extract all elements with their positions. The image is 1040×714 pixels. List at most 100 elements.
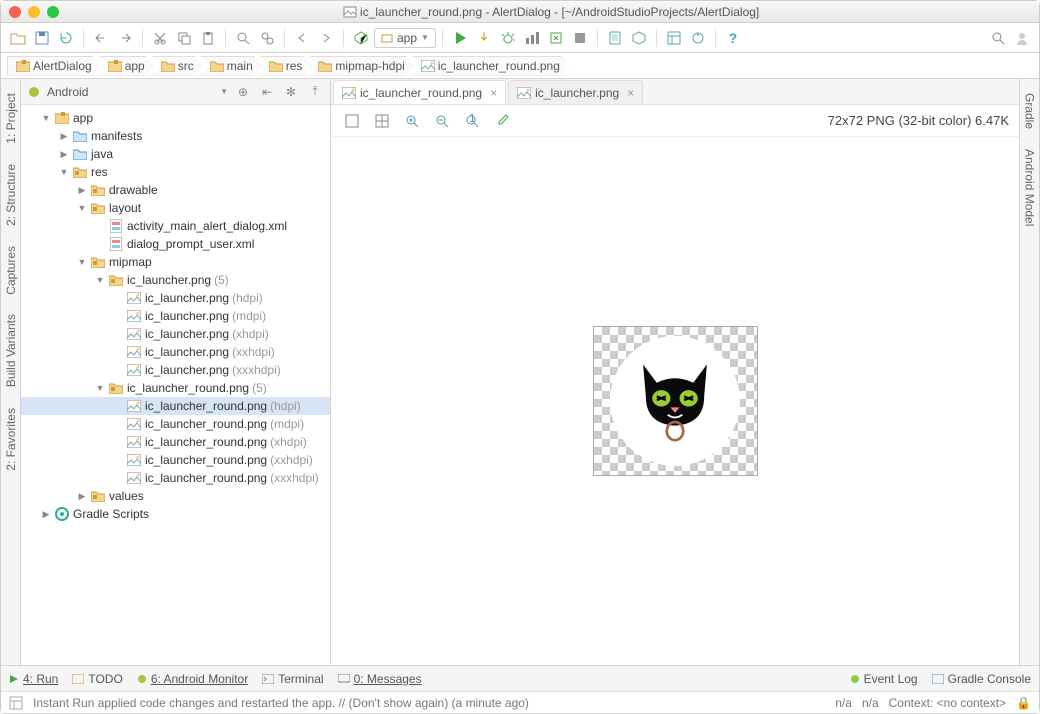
hide-icon[interactable]: ⤒ [306,83,324,101]
save-icon[interactable] [31,27,53,49]
tree-row[interactable]: ▶java [21,145,330,163]
zoom-window[interactable] [47,6,59,18]
layout-editor-icon[interactable] [663,27,685,49]
run-tab[interactable]: 4: Run [9,672,58,686]
debug-icon[interactable] [497,27,519,49]
status-icon[interactable] [9,696,23,710]
tree-row[interactable]: ▼app [21,109,330,127]
breadcrumb-item[interactable]: main [201,56,262,76]
collapse-icon[interactable]: ⇤ [258,83,276,101]
tree-row[interactable]: ic_launcher_round.png(mdpi) [21,415,330,433]
messages-tab[interactable]: 0: Messages [338,672,422,686]
theme-icon[interactable] [687,27,709,49]
tree-row[interactable]: activity_main_alert_dialog.xml [21,217,330,235]
tree-row[interactable]: ▼ic_launcher.png(5) [21,271,330,289]
breadcrumb-item[interactable]: src [152,56,203,76]
search-icon[interactable] [987,27,1009,49]
tree-row[interactable]: ic_launcher_round.png(xxhdpi) [21,451,330,469]
zoom-out-icon[interactable] [431,110,453,132]
coverage-icon[interactable] [521,27,543,49]
breadcrumb-item[interactable]: mipmap-hdpi [309,56,413,76]
color-picker-icon[interactable] [491,110,513,132]
find-icon[interactable] [232,27,254,49]
avd-icon[interactable] [604,27,626,49]
apply-changes-icon[interactable] [473,27,495,49]
tree-row[interactable]: ▼res [21,163,330,181]
breadcrumb-item[interactable]: ic_launcher_round.png [412,56,569,76]
tree-row[interactable]: dialog_prompt_user.xml [21,235,330,253]
view-mode-label[interactable]: Android [47,85,214,99]
close-tab-icon[interactable]: × [627,86,634,100]
target-icon[interactable]: ⊕ [234,83,252,101]
tree-row[interactable]: ic_launcher.png(xhdpi) [21,325,330,343]
navigation-breadcrumb: AlertDialogappsrcmainresmipmap-hdpiic_la… [1,53,1039,79]
tree-row[interactable]: ▶values [21,487,330,505]
gradle-console-tab[interactable]: Gradle Console [932,672,1031,686]
tree-row[interactable]: ic_launcher_round.png(xxxhdpi) [21,469,330,487]
back-icon[interactable] [291,27,313,49]
editor-tab[interactable]: ic_launcher.png× [508,80,643,104]
status-field-1: n/a [835,696,852,710]
image-info: 72x72 PNG (32-bit color) 6.47K [828,113,1009,128]
android-monitor-tab[interactable]: 6: Android Monitor [137,672,248,686]
project-panel-header: Android ▼ ⊕ ⇤ ✻ ⤒ [21,79,330,105]
left-tab[interactable]: 2: Structure [2,158,20,232]
close-window[interactable] [9,6,21,18]
event-log-tab[interactable]: Event Log [850,672,918,686]
tree-row[interactable]: ic_launcher.png(xxxhdpi) [21,361,330,379]
grid-icon[interactable] [341,110,363,132]
replace-icon[interactable] [256,27,278,49]
gear-icon[interactable]: ✻ [282,83,300,101]
left-tab[interactable]: 1: Project [2,87,20,150]
left-tab[interactable]: 2: Favorites [2,402,20,477]
forward-icon[interactable] [315,27,337,49]
close-tab-icon[interactable]: × [490,86,497,100]
terminal-tab[interactable]: Terminal [262,672,323,686]
lock-icon[interactable]: 🔒 [1016,696,1031,710]
right-tab[interactable]: Gradle [1021,87,1039,135]
breadcrumb-item[interactable]: app [99,56,154,76]
sdk-icon[interactable] [628,27,650,49]
minimize-window[interactable] [28,6,40,18]
todo-tab[interactable]: TODO [72,672,122,686]
paste-icon[interactable] [197,27,219,49]
tree-row[interactable]: ▶Gradle Scripts [21,505,330,523]
tree-row[interactable]: ▼ic_launcher_round.png(5) [21,379,330,397]
tree-row[interactable]: ▶drawable [21,181,330,199]
right-tab[interactable]: Android Model [1021,143,1039,232]
editor-tab[interactable]: ic_launcher_round.png× [333,80,506,104]
chevron-down-icon[interactable]: ▼ [220,87,228,96]
help-icon[interactable]: ? [722,27,744,49]
run-icon[interactable] [449,27,471,49]
stop-icon[interactable] [569,27,591,49]
run-target-selector[interactable]: app ▼ [374,28,436,48]
profile-icon[interactable] [545,27,567,49]
tree-row[interactable]: ▼layout [21,199,330,217]
tree-row[interactable]: ▶manifests [21,127,330,145]
tree-row[interactable]: ic_launcher.png(hdpi) [21,289,330,307]
breadcrumb-item[interactable]: res [260,56,312,76]
breadcrumb-item[interactable]: AlertDialog [7,56,101,76]
left-tab[interactable]: Build Variants [2,308,20,393]
image-canvas[interactable] [331,137,1019,665]
tree-row[interactable]: ic_launcher_round.png(xhdpi) [21,433,330,451]
tree-row[interactable]: ic_launcher.png(xxhdpi) [21,343,330,361]
status-context[interactable]: Context: <no context> [889,696,1006,710]
open-icon[interactable] [7,27,29,49]
sync-icon[interactable] [55,27,77,49]
make-icon[interactable] [350,27,372,49]
zoom-actual-icon[interactable]: 1 [461,110,483,132]
left-tab[interactable]: Captures [2,240,20,301]
copy-icon[interactable] [173,27,195,49]
tree-row[interactable]: ic_launcher.png(mdpi) [21,307,330,325]
cut-icon[interactable] [149,27,171,49]
redo-icon[interactable] [114,27,136,49]
status-field-2: n/a [862,696,879,710]
project-tree[interactable]: ▼app▶manifests▶java▼res▶drawable▼layouta… [21,105,330,665]
tree-row[interactable]: ▼mipmap [21,253,330,271]
undo-icon[interactable] [90,27,112,49]
grid2-icon[interactable] [371,110,393,132]
user-icon[interactable] [1011,27,1033,49]
zoom-in-icon[interactable] [401,110,423,132]
tree-row[interactable]: ic_launcher_round.png(hdpi) [21,397,330,415]
